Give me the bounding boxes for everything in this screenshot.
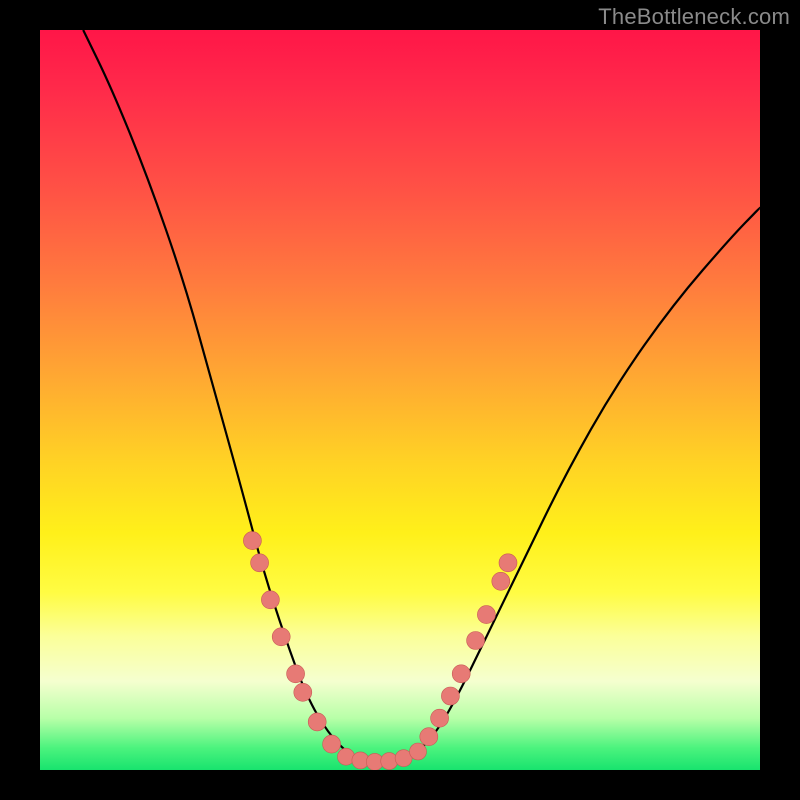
data-marker (492, 572, 510, 590)
data-marker (294, 683, 312, 701)
data-marker (499, 554, 517, 572)
chart-svg (40, 30, 760, 770)
data-marker (467, 632, 485, 650)
data-marker (251, 554, 269, 572)
watermark-text: TheBottleneck.com (598, 4, 790, 30)
bottleneck-curve (83, 30, 760, 763)
data-marker (441, 687, 459, 705)
data-marker (431, 709, 449, 727)
data-marker (410, 743, 427, 760)
data-marker (308, 713, 326, 731)
data-marker (452, 665, 470, 683)
chart-plot-area (40, 30, 760, 770)
data-marker (381, 753, 398, 770)
data-marker (323, 735, 341, 753)
data-marker (261, 591, 279, 609)
data-marker (477, 606, 495, 624)
data-marker (420, 728, 438, 746)
chart-frame: TheBottleneck.com (0, 0, 800, 800)
data-marker (287, 665, 305, 683)
data-marker (243, 532, 261, 550)
data-markers (243, 532, 517, 770)
data-marker (272, 628, 290, 646)
